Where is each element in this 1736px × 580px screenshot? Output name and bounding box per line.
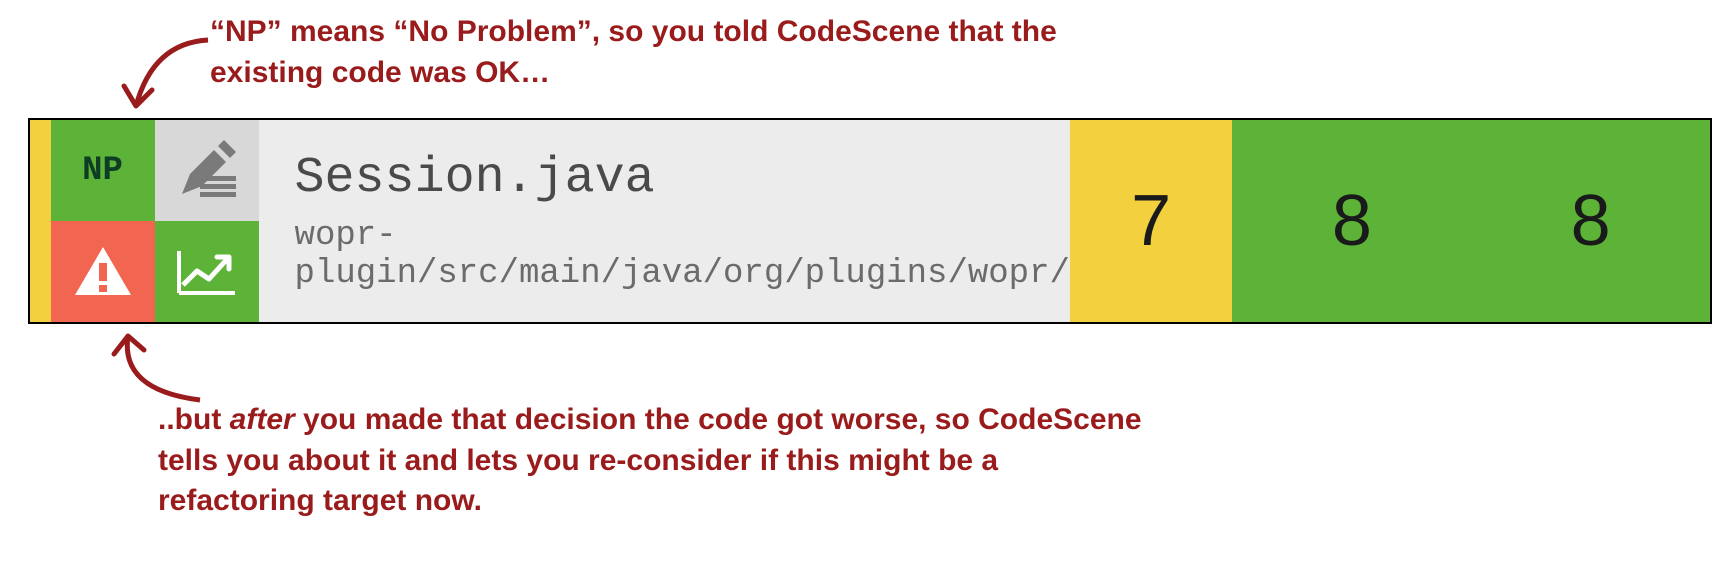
trend-cell[interactable] — [155, 221, 259, 322]
score-green-value-b: 8 — [1571, 180, 1611, 262]
trend-up-icon — [175, 247, 239, 297]
edit-cell[interactable] — [155, 120, 259, 221]
score-green-value-a: 8 — [1332, 180, 1372, 262]
file-path: wopr-plugin/src/main/java/org/plugins/wo… — [295, 217, 1070, 293]
annotation-bottom-prefix: ..but — [158, 403, 230, 436]
arrow-bottom — [100, 330, 210, 410]
score-yellow-value: 7 — [1131, 180, 1171, 262]
annotation-top: “NP” means “No Problem”, so you told Cod… — [210, 12, 1130, 93]
np-badge[interactable]: NP — [51, 120, 155, 221]
annotation-bottom-em: after — [230, 403, 295, 436]
score-yellow-cell: 7 — [1070, 120, 1233, 322]
warning-cell[interactable] — [51, 221, 155, 322]
annotation-top-text: “NP” means “No Problem”, so you told Cod… — [210, 15, 1057, 89]
priority-stripe — [30, 120, 51, 322]
np-badge-label: NP — [82, 152, 123, 190]
annotation-bottom-suffix: you made that decision the code got wors… — [158, 403, 1142, 517]
file-info[interactable]: Session.java wopr-plugin/src/main/java/o… — [259, 120, 1070, 322]
arrow-top — [118, 28, 218, 128]
hotspot-row: NP — [28, 118, 1712, 324]
score-green-cell: 8 8 — [1232, 120, 1710, 322]
status-grid: NP — [51, 120, 259, 322]
edit-pencil-icon — [172, 136, 242, 206]
annotation-bottom: ..but after you made that decision the c… — [158, 400, 1158, 522]
warning-triangle-icon — [73, 245, 133, 299]
file-name: Session.java — [295, 150, 1070, 207]
